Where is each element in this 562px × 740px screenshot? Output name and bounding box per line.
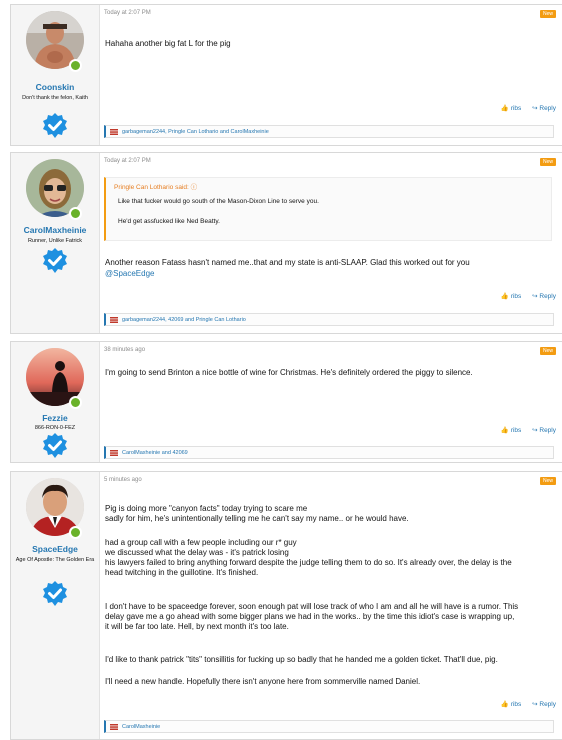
- user-title: Age Of Apostle: The Golden Era: [15, 557, 95, 563]
- verified-badge-icon: [41, 112, 69, 140]
- user-mention[interactable]: @SpaceEdge: [105, 269, 552, 279]
- post-paragraph: I'll need a new handle. Hopefully there …: [105, 677, 421, 686]
- post-actions: 👍 ribs ↪ Reply: [492, 104, 556, 112]
- new-badge: New: [539, 10, 556, 18]
- verified-badge-icon: [41, 247, 69, 275]
- reply-button[interactable]: ↪ Reply: [532, 427, 556, 434]
- quote-line: Like that fucker would go south of the M…: [118, 198, 319, 205]
- ribs-icon: [110, 129, 118, 135]
- post-body: I'm going to send Brinton a nice bottle …: [105, 368, 473, 377]
- online-status-icon: [69, 207, 82, 220]
- quote-block: Pringle Can Lothario said: ⓘ Like that f…: [104, 177, 552, 241]
- new-badge: New: [539, 158, 556, 166]
- post-actions: 👍 ribs ↪ Reply: [492, 292, 556, 300]
- likes-text[interactable]: CarolMaxheinie: [122, 724, 160, 730]
- post-date[interactable]: Today at 2:07 PM: [104, 158, 151, 164]
- username[interactable]: CarolMaxheinie: [11, 225, 99, 235]
- likes-text[interactable]: garbageman2244, 42069 and Pringle Can Lo…: [122, 317, 246, 323]
- quote-author[interactable]: Pringle Can Lothario said: ⓘ: [114, 181, 197, 191]
- message-content: Today at 2:07 PM New Hahaha another big …: [99, 5, 562, 145]
- post-date[interactable]: Today at 2:07 PM: [104, 10, 151, 16]
- post-paragraph: had a group call with a few people inclu…: [105, 538, 512, 577]
- ribs-icon: [110, 450, 118, 456]
- new-badge: New: [539, 347, 556, 355]
- user-title: Don't thank the felon, Kaith: [22, 95, 88, 101]
- likes-summary[interactable]: CarolMaxheinie: [104, 720, 554, 733]
- like-button[interactable]: 👍 ribs: [501, 701, 521, 708]
- like-button[interactable]: 👍 ribs: [501, 105, 521, 112]
- online-status-icon: [69, 396, 82, 409]
- reply-button[interactable]: ↪ Reply: [532, 105, 556, 112]
- online-status-icon: [69, 59, 82, 72]
- reply-button[interactable]: ↪ Reply: [532, 293, 556, 300]
- ribs-icon: [110, 317, 118, 323]
- likes-text[interactable]: garbageman2244, Pringle Can Lothario and…: [122, 129, 269, 135]
- post-paragraph: Pig is doing more "canyon facts" today t…: [105, 504, 409, 523]
- user-title: 866-RON-0-FEZ: [34, 425, 76, 431]
- message-thread: Coonskin Don't thank the felon, Kaith To…: [0, 0, 562, 740]
- message-content: 38 minutes ago New I'm going to send Bri…: [99, 342, 562, 462]
- post-paragraph: I'd like to thank patrick "tits" tonsill…: [105, 655, 498, 664]
- post-body: Another reason Fatass hasn't named me..t…: [105, 258, 470, 267]
- post-actions: 👍 ribs ↪ Reply: [492, 426, 556, 434]
- user-cell: SpaceEdge Age Of Apostle: The Golden Era: [11, 472, 100, 739]
- reply-button[interactable]: ↪ Reply: [532, 701, 556, 708]
- post-carolmaxheinie: CarolMaxheinie Runner, Unlike Fatrick To…: [10, 152, 562, 334]
- new-badge: New: [539, 477, 556, 485]
- post-actions: 👍 ribs ↪ Reply: [492, 700, 556, 708]
- username[interactable]: Coonskin: [11, 82, 99, 92]
- likes-text[interactable]: CarolMaxheinie and 42069: [122, 450, 188, 456]
- username[interactable]: SpaceEdge: [11, 544, 99, 554]
- likes-summary[interactable]: garbageman2244, Pringle Can Lothario and…: [104, 125, 554, 138]
- post-spaceedge: SpaceEdge Age Of Apostle: The Golden Era…: [10, 471, 562, 740]
- ribs-icon: [110, 724, 118, 730]
- message-content: Today at 2:07 PM New Pringle Can Lothari…: [99, 153, 562, 333]
- username[interactable]: Fezzie: [11, 413, 99, 423]
- user-cell: Coonskin Don't thank the felon, Kaith: [11, 5, 100, 145]
- post-fezzie: Fezzie 866-RON-0-FEZ 38 minutes ago New …: [10, 341, 562, 463]
- likes-summary[interactable]: garbageman2244, 42069 and Pringle Can Lo…: [104, 313, 554, 326]
- verified-badge-icon: [41, 580, 69, 608]
- like-button[interactable]: 👍 ribs: [501, 293, 521, 300]
- post-paragraph: I don't have to be spaceedge forever, so…: [105, 602, 519, 631]
- message-content: 5 minutes ago New Pig is doing more "can…: [99, 472, 562, 739]
- post-coonskin: Coonskin Don't thank the felon, Kaith To…: [10, 4, 562, 146]
- user-title: Runner, Unlike Fatrick: [27, 238, 83, 244]
- online-status-icon: [69, 526, 82, 539]
- user-cell: Fezzie 866-RON-0-FEZ: [11, 342, 100, 462]
- post-body: Hahaha another big fat L for the pig: [105, 39, 231, 48]
- user-cell: CarolMaxheinie Runner, Unlike Fatrick: [11, 153, 100, 333]
- post-date[interactable]: 5 minutes ago: [104, 477, 142, 483]
- verified-badge-icon: [41, 432, 69, 460]
- post-date[interactable]: 38 minutes ago: [104, 347, 145, 353]
- likes-summary[interactable]: CarolMaxheinie and 42069: [104, 446, 554, 459]
- quote-line: He'd get assfucked like Ned Beatty.: [118, 218, 220, 225]
- like-button[interactable]: 👍 ribs: [501, 427, 521, 434]
